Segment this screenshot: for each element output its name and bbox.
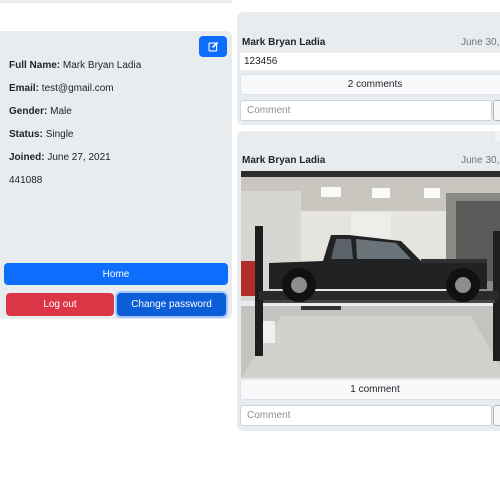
post-author[interactable]: Mark Bryan Ladia	[242, 155, 325, 166]
full-name-line: Full Name: Mark Bryan Ladia	[9, 60, 141, 71]
comments-toggle[interactable]: 1 comment	[240, 379, 500, 400]
joined-value: June 27, 2021	[47, 152, 111, 163]
status-line: Status: Single	[9, 129, 74, 140]
edit-profile-button[interactable]	[199, 36, 227, 57]
post-date: June 30, 2	[461, 155, 500, 166]
top-strip	[0, 0, 232, 3]
full-name-value: Mark Bryan Ladia	[62, 60, 142, 71]
edit-icon	[207, 41, 218, 52]
post-date: June 30, 2	[461, 37, 500, 48]
post-menu-button[interactable]	[495, 131, 500, 141]
full-name-label: Full Name:	[9, 60, 61, 71]
comments-toggle[interactable]: 2 comments	[240, 74, 500, 95]
comment-submit-button[interactable]	[493, 405, 500, 426]
post-card: Mark Bryan Ladia June 30, 2	[237, 131, 500, 431]
gender-label: Gender:	[9, 106, 48, 117]
email-line: Email: test@gmail.com	[9, 83, 114, 94]
post-card: Mark Bryan Ladia June 30, 2 123456 2 com…	[237, 12, 500, 125]
status-label: Status:	[9, 129, 43, 140]
comment-input[interactable]	[240, 405, 492, 426]
profile-extra-text: 441088	[9, 175, 43, 186]
truck-on-lift-photo	[241, 171, 500, 378]
email-value: test@gmail.com	[41, 83, 114, 94]
post-author[interactable]: Mark Bryan Ladia	[242, 37, 325, 48]
change-password-button[interactable]: Change password	[117, 293, 226, 316]
profile-card: Full Name: Mark Bryan Ladia Email: test@…	[0, 31, 232, 319]
email-label: Email:	[9, 83, 40, 94]
post-text: 123456	[240, 53, 500, 70]
joined-line: Joined: June 27, 2021	[9, 152, 111, 163]
comment-submit-button[interactable]	[493, 100, 500, 121]
status-value: Single	[45, 129, 74, 140]
comment-input[interactable]	[240, 100, 492, 121]
joined-label: Joined:	[9, 152, 45, 163]
logout-button[interactable]: Log out	[6, 293, 114, 316]
post-image[interactable]	[241, 171, 500, 378]
home-button[interactable]: Home	[4, 263, 228, 285]
gender-line: Gender: Male	[9, 106, 72, 117]
gender-value: Male	[50, 106, 72, 117]
